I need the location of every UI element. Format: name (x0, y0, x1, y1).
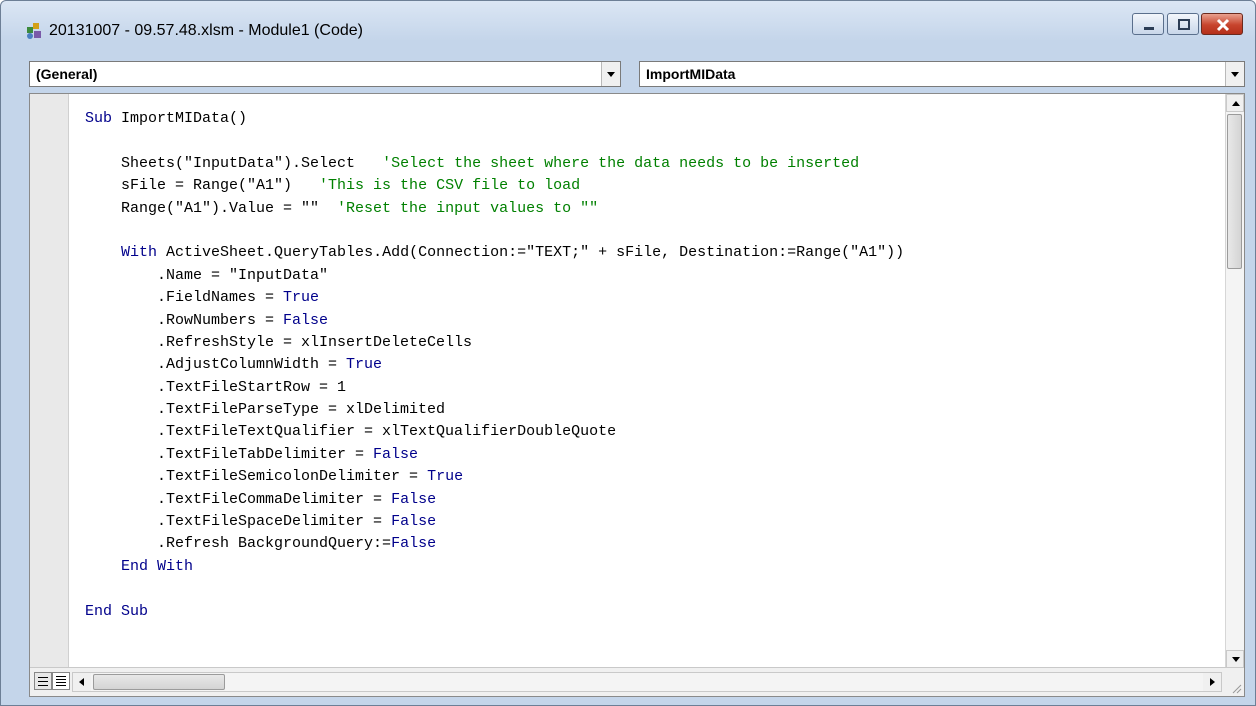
code-text-area[interactable]: Sub ImportMIData() Sheets("InputData").S… (85, 108, 904, 623)
maximize-button[interactable] (1167, 13, 1199, 35)
scroll-left-button[interactable] (73, 673, 91, 691)
title-bar[interactable]: 20131007 - 09.57.48.xlsm - Module1 (Code… (1, 1, 1255, 47)
code-token: .AdjustColumnWidth = (85, 356, 347, 374)
code-token: .TextFileStartRow = 1 (85, 378, 347, 396)
code-line[interactable]: .RefreshStyle = xlInsertDeleteCells (85, 332, 904, 354)
code-line[interactable]: .AdjustColumnWidth = True (85, 354, 904, 376)
procedure-dropdown[interactable]: ImportMIData (639, 61, 1245, 87)
scroll-right-button[interactable] (1203, 673, 1221, 691)
code-token: .TextFileSpaceDelimiter = (85, 513, 392, 531)
code-token: .FieldNames = (85, 289, 284, 307)
code-line[interactable]: .TextFileTextQualifier = xlTextQualifier… (85, 421, 904, 443)
keyword-token: End Sub (85, 602, 149, 620)
keyword-token: False (283, 311, 329, 329)
code-line[interactable]: .FieldNames = True (85, 287, 904, 309)
scroll-down-button[interactable] (1226, 650, 1244, 668)
keyword-token: False (373, 445, 419, 463)
code-line[interactable]: Sheets("InputData").Select 'Select the s… (85, 153, 904, 175)
code-token: .TextFileCommaDelimiter = (85, 490, 392, 508)
keyword-token: True (346, 356, 383, 374)
code-line[interactable]: .RowNumbers = False (85, 310, 904, 332)
code-token: sFile = Range("A1") (85, 177, 320, 195)
code-line[interactable]: Sub ImportMIData() (85, 108, 904, 130)
keyword-token: True (427, 468, 464, 486)
arrow-down-icon (1232, 657, 1240, 662)
code-token: ImportMIData() (121, 110, 248, 127)
keyword-token: False (391, 490, 437, 508)
keyword-token: True (283, 289, 320, 307)
vbe-code-window: 20131007 - 09.57.48.xlsm - Module1 (Code… (0, 0, 1256, 706)
minimize-icon (1144, 27, 1154, 30)
arrow-up-icon (1232, 101, 1240, 106)
code-line[interactable]: .Name = "InputData" (85, 265, 904, 287)
horizontal-scrollbar[interactable] (72, 672, 1222, 692)
code-line[interactable] (85, 130, 904, 152)
scroll-up-button[interactable] (1226, 94, 1244, 112)
code-line[interactable]: sFile = Range("A1") 'This is the CSV fil… (85, 175, 904, 197)
code-token: .RowNumbers = (85, 311, 284, 329)
code-line[interactable]: End With (85, 556, 904, 578)
code-token: Range("A1").Value = "" (85, 199, 338, 217)
code-line[interactable]: .TextFileTabDelimiter = False (85, 444, 904, 466)
window-title: 20131007 - 09.57.48.xlsm - Module1 (Code… (49, 22, 363, 39)
comment-token: 'Reset the input values to "" (337, 199, 599, 217)
code-token: Sheets("InputData").Select (85, 154, 383, 172)
object-dropdown-value: (General) (36, 66, 98, 82)
horizontal-scroll-thumb[interactable] (93, 674, 225, 690)
vba-module-icon (27, 23, 41, 39)
maximize-icon (1178, 19, 1190, 30)
code-line[interactable] (85, 220, 904, 242)
keyword-token: End With (121, 557, 194, 575)
arrow-left-icon (79, 678, 84, 686)
minimize-button[interactable] (1132, 13, 1164, 35)
resize-grip-icon[interactable] (1230, 682, 1242, 694)
code-token: .TextFileTextQualifier = xlTextQualifier… (85, 423, 617, 441)
keyword-token: Sub (85, 110, 122, 127)
vertical-scrollbar[interactable] (1225, 94, 1244, 668)
code-token: .TextFileTabDelimiter = (85, 445, 374, 463)
code-token: .TextFileSemicolonDelimiter = (85, 468, 428, 486)
full-module-view-button[interactable] (52, 672, 70, 690)
code-token: .RefreshStyle = xlInsertDeleteCells (85, 333, 473, 351)
code-editor[interactable]: Sub ImportMIData() Sheets("InputData").S… (29, 93, 1245, 697)
code-line[interactable]: .TextFileSpaceDelimiter = False (85, 511, 904, 533)
code-line[interactable]: End Sub (85, 601, 904, 623)
close-button[interactable] (1201, 13, 1243, 35)
arrow-right-icon (1210, 678, 1215, 686)
procedure-dropdown-value: ImportMIData (646, 66, 736, 82)
procedure-view-button[interactable] (34, 672, 52, 690)
keyword-token: False (391, 535, 437, 553)
close-icon (1216, 18, 1230, 32)
comment-token: 'This is the CSV file to load (319, 177, 581, 195)
code-line[interactable]: .TextFileCommaDelimiter = False (85, 489, 904, 511)
code-token: .Refresh BackgroundQuery:= (85, 535, 392, 553)
code-token: .Name = "InputData" (85, 266, 329, 284)
object-dropdown[interactable]: (General) (29, 61, 621, 87)
margin-indicator-bar[interactable] (30, 94, 69, 668)
code-token: .TextFileParseType = xlDelimited (85, 401, 446, 419)
code-token: ActiveSheet.QueryTables.Add(Connection:=… (166, 244, 905, 262)
code-line[interactable] (85, 578, 904, 600)
code-line[interactable]: .Refresh BackgroundQuery:=False (85, 533, 904, 555)
code-line[interactable]: .TextFileParseType = xlDelimited (85, 399, 904, 421)
keyword-token: False (391, 513, 437, 531)
code-line[interactable]: .TextFileStartRow = 1 (85, 377, 904, 399)
code-line[interactable]: With ActiveSheet.QueryTables.Add(Connect… (85, 242, 904, 264)
editor-bottom-bar (30, 667, 1244, 696)
vertical-scroll-thumb[interactable] (1227, 114, 1242, 269)
chevron-down-icon[interactable] (1225, 62, 1244, 86)
code-line[interactable]: .TextFileSemicolonDelimiter = True (85, 466, 904, 488)
code-line[interactable]: Range("A1").Value = "" 'Reset the input … (85, 198, 904, 220)
chevron-down-icon[interactable] (601, 62, 620, 86)
keyword-token: With (121, 244, 167, 262)
procedure-selector-bar: (General) ImportMIData (29, 61, 1245, 87)
comment-token: 'Select the sheet where the data needs t… (382, 154, 860, 172)
